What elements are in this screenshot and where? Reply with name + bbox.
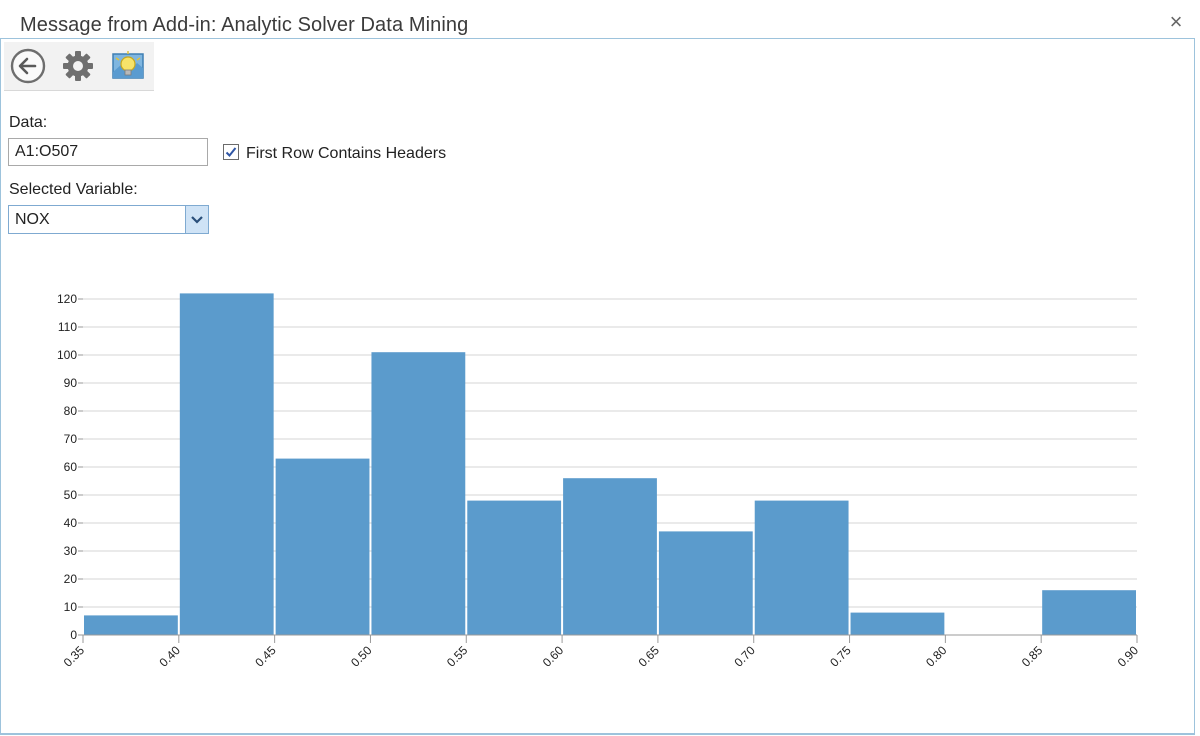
first-row-headers-label: First Row Contains Headers <box>246 145 447 162</box>
selected-variable-label: Selected Variable: <box>9 181 138 198</box>
gear-icon <box>63 51 93 81</box>
selected-variable-value: NOX <box>15 211 50 228</box>
window-title: Message from Add-in: Analytic Solver Dat… <box>20 14 469 36</box>
settings-button[interactable] <box>58 46 98 86</box>
selected-variable-dropdown[interactable]: NOX <box>8 205 209 234</box>
checkmark-icon <box>225 147 237 157</box>
data-range-input[interactable] <box>8 138 208 166</box>
lightbulb-icon <box>112 51 144 79</box>
chevron-down-icon <box>191 216 203 224</box>
back-arrow-icon <box>10 48 46 84</box>
dropdown-arrow[interactable] <box>185 206 208 233</box>
data-label: Data: <box>9 114 48 131</box>
close-button[interactable]: × <box>1164 10 1188 34</box>
back-button[interactable] <box>8 46 48 86</box>
title-bar: Message from Add-in: Analytic Solver Dat… <box>0 0 1200 40</box>
toolbar <box>4 42 154 91</box>
ideas-button[interactable] <box>108 46 148 86</box>
first-row-headers-checkbox[interactable] <box>223 144 239 160</box>
